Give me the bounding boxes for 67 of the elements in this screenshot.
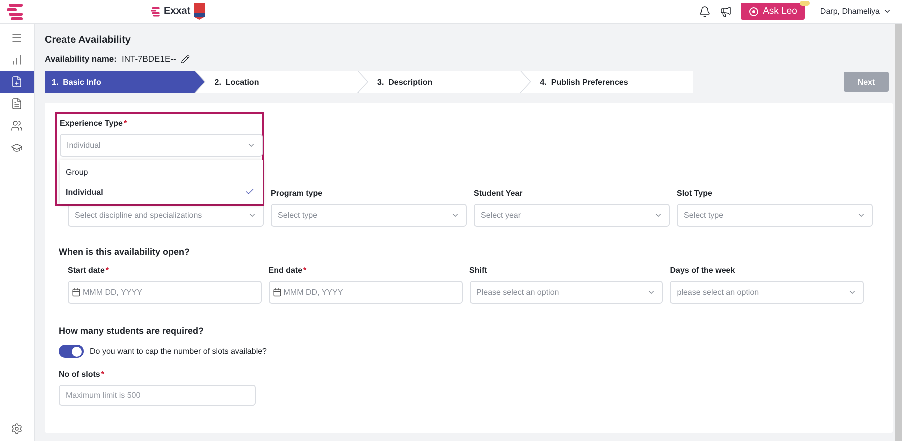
calendar-icon bbox=[272, 288, 282, 297]
bar-chart-icon bbox=[11, 54, 23, 66]
settings-icon bbox=[11, 423, 23, 435]
select-field[interactable]: Select type bbox=[677, 204, 873, 227]
check-icon bbox=[245, 187, 255, 197]
field-label: Slot Type bbox=[677, 189, 714, 199]
select-field[interactable]: Select discipline and specializations bbox=[68, 204, 264, 227]
chevron-down-icon bbox=[883, 7, 892, 16]
chevron-down-icon bbox=[451, 211, 460, 220]
section-heading: How many students are required? bbox=[59, 326, 206, 336]
select-field[interactable]: Please select an option bbox=[470, 281, 664, 304]
sidebar-item[interactable] bbox=[0, 71, 34, 93]
required-asterisk: * bbox=[304, 266, 307, 275]
field-label: Shift bbox=[470, 266, 488, 276]
section-heading: When is this availability open? bbox=[59, 247, 192, 257]
select-field[interactable]: Select type bbox=[271, 204, 467, 227]
required-asterisk: * bbox=[101, 370, 104, 379]
chevron-down-icon bbox=[857, 211, 866, 220]
brand-name: Exxat bbox=[164, 6, 191, 17]
users-icon bbox=[11, 120, 23, 132]
availability-name-value: INT-7BDE1E-- bbox=[122, 54, 176, 64]
stepper-step[interactable]: 2. Location bbox=[196, 71, 368, 93]
stepper-step[interactable]: 1. Basic Info bbox=[45, 71, 205, 93]
field-label: Days of the week bbox=[670, 266, 736, 276]
field-label: Student Year bbox=[474, 189, 524, 199]
slots-input[interactable]: Maximum limit is 500 bbox=[59, 385, 256, 406]
required-asterisk: * bbox=[106, 266, 110, 275]
scrollbar[interactable] bbox=[895, 24, 902, 441]
menu-icon bbox=[11, 32, 23, 44]
dropdown-option[interactable]: Group bbox=[60, 162, 263, 182]
stepper-step[interactable]: 3. Description bbox=[358, 71, 530, 93]
chevron-down-icon bbox=[647, 288, 656, 297]
ask-leo-button[interactable]: Ask Leo bbox=[741, 3, 806, 20]
file-plus-icon bbox=[11, 76, 23, 88]
toggle-switch[interactable] bbox=[59, 345, 84, 358]
chevron-down-icon bbox=[248, 211, 257, 220]
document-icon bbox=[11, 98, 23, 110]
chevron-down-icon bbox=[654, 211, 663, 220]
field-label: Experience Type bbox=[60, 119, 123, 129]
select-field[interactable]: Select year bbox=[474, 204, 670, 227]
select-field[interactable]: please select an option bbox=[670, 281, 864, 304]
toggle-label: Do you want to cap the number of slots available? bbox=[90, 347, 267, 356]
user-menu[interactable]: Darp, Dhameliya bbox=[820, 7, 892, 16]
date-field[interactable]: MMM DD, YYYY bbox=[68, 281, 262, 304]
chevron-down-icon bbox=[247, 141, 256, 150]
availability-name-label: Availability name: bbox=[45, 54, 117, 64]
chevron-down-icon bbox=[848, 288, 857, 297]
required-asterisk: * bbox=[124, 119, 128, 128]
graduation-cap-icon bbox=[11, 142, 23, 154]
calendar-icon bbox=[72, 288, 81, 297]
logo-icon bbox=[151, 6, 161, 16]
field-label: End date bbox=[268, 266, 303, 276]
experience-type-select[interactable]: Individual bbox=[60, 134, 263, 157]
award-badge-icon bbox=[194, 3, 205, 20]
page-title: Create Availability bbox=[45, 35, 132, 48]
field-label: No of slots bbox=[59, 370, 100, 380]
notification-bell-icon[interactable] bbox=[699, 6, 712, 18]
stepper-step[interactable]: 4. Publish Preferences bbox=[521, 71, 693, 93]
megaphone-icon[interactable] bbox=[720, 6, 732, 18]
date-field[interactable]: MMM DD, YYYY bbox=[268, 281, 462, 304]
beta-badge bbox=[800, 1, 810, 6]
dropdown-option[interactable]: Individual bbox=[60, 182, 263, 202]
field-label: Start date bbox=[68, 266, 105, 276]
logo-icon bbox=[7, 2, 25, 20]
field-label: Program type bbox=[271, 189, 324, 199]
edit-icon[interactable] bbox=[181, 54, 190, 64]
circle-logo-icon bbox=[749, 6, 760, 16]
